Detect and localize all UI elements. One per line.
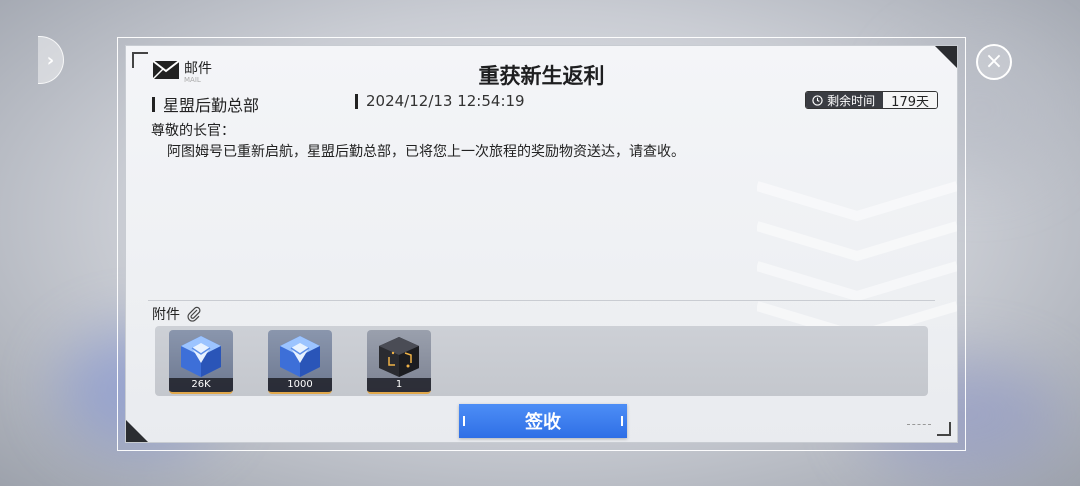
mail-dialog: 邮件 MAIL 重获新生返利 星盟后勤总部 2024/12/13 12:54:1…	[117, 37, 966, 451]
divider	[152, 96, 155, 112]
claim-button[interactable]: 签收	[459, 404, 627, 438]
attachment-count: 1	[367, 378, 431, 392]
close-button[interactable]: ×	[976, 44, 1012, 80]
sender-name: 星盟后勤总部	[163, 96, 260, 115]
blue-crystal-cube-icon	[280, 336, 320, 377]
mail-title: 重获新生返利	[478, 64, 605, 88]
sender-row: 星盟后勤总部	[152, 92, 259, 116]
corner-decoration	[126, 420, 148, 442]
dark-supply-box-icon	[379, 337, 419, 377]
attachments-list: 26K 1000 1	[155, 326, 928, 396]
mail-greeting: 尊敬的长官：	[151, 123, 235, 139]
attachment-item[interactable]: 26K	[169, 330, 233, 394]
attachment-count: 26K	[169, 378, 233, 392]
divider	[148, 300, 935, 301]
remaining-time-badge: 剩余时间 179天	[805, 91, 938, 109]
background-stripes	[757, 181, 957, 342]
attachments-header: 附件	[152, 304, 202, 324]
divider	[355, 93, 358, 109]
blue-crystal-cube-icon	[181, 336, 221, 377]
mail-date: 2024/12/13 12:54:19	[366, 92, 525, 110]
remaining-time-value: 179天	[883, 92, 937, 108]
attachment-item[interactable]: 1	[367, 330, 431, 394]
close-icon: ×	[984, 49, 1004, 74]
chevron-right-icon[interactable]: ›	[38, 36, 64, 84]
corner-decoration	[937, 422, 951, 436]
corner-decoration	[907, 424, 931, 426]
paperclip-icon	[187, 306, 201, 322]
clock-icon	[812, 94, 823, 106]
mail-panel: 邮件 MAIL 重获新生返利 星盟后勤总部 2024/12/13 12:54:1…	[125, 45, 958, 443]
remaining-time-label: 剩余时间	[827, 93, 876, 108]
attachment-count: 1000	[268, 378, 332, 392]
mail-body: 阿图姆号已重新启航，星盟后勤总部，已将您上一次旅程的奖励物资送达，请查收。	[167, 144, 685, 160]
attachments-label: 附件	[152, 307, 180, 323]
date-row: 2024/12/13 12:54:19	[355, 92, 525, 110]
attachment-item[interactable]: 1000	[268, 330, 332, 394]
remaining-time-label-box: 剩余时间	[806, 92, 884, 108]
